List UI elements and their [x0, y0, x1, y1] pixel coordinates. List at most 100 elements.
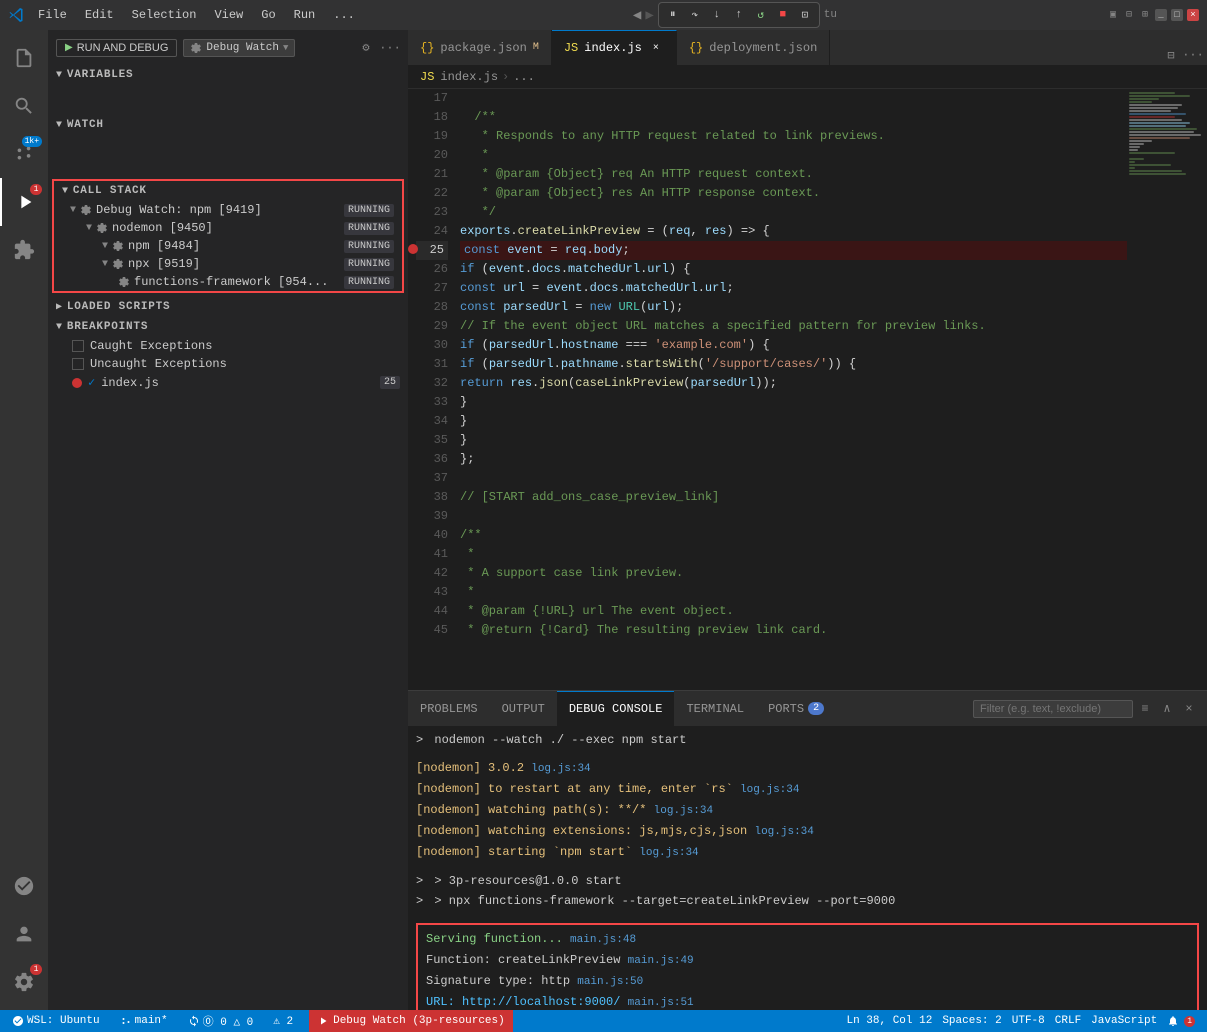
menu-run[interactable]: Run	[286, 6, 324, 24]
sidebar-settings-icon[interactable]: ⚙	[356, 38, 376, 58]
loaded-scripts-label: LOADED SCRIPTS	[67, 301, 171, 313]
uncaught-exceptions-checkbox[interactable]	[72, 358, 84, 370]
tab-index-js[interactable]: JS index.js ×	[552, 30, 677, 65]
debug-restart-btn[interactable]: ↺	[751, 5, 771, 25]
console-link-url[interactable]: main.js:51	[628, 997, 694, 1009]
console-link-function[interactable]: main.js:49	[628, 955, 694, 967]
debug-step-into-btn[interactable]: ↓	[707, 5, 727, 25]
cs-status-2: RUNNING	[344, 240, 394, 253]
watch-section-header[interactable]: ▼ WATCH	[48, 115, 408, 135]
activity-settings[interactable]: 1	[0, 958, 48, 1006]
call-stack-item-3[interactable]: ▼ npx [9519] RUNNING	[54, 255, 402, 273]
panel-tab-ports[interactable]: PORTS 2	[756, 691, 836, 726]
status-notifications-bell[interactable]: 1	[1163, 1010, 1199, 1032]
activity-extensions[interactable]	[0, 226, 48, 274]
panel-tab-terminal[interactable]: TERMINAL	[674, 691, 756, 726]
status-line-ending[interactable]: CRLF	[1051, 1010, 1085, 1032]
sidebar-more-icon[interactable]: ···	[380, 38, 400, 58]
code-content[interactable]: /** * Responds to any HTTP request relat…	[456, 89, 1127, 690]
sync-label: ⓪ 0 △ 0	[203, 1013, 254, 1029]
debug-step-over-btn[interactable]: ↷	[685, 5, 705, 25]
menu-view[interactable]: View	[206, 6, 251, 24]
layout-toggle-2[interactable]: ⊟	[1123, 9, 1135, 21]
status-position[interactable]: Ln 38, Col 12	[843, 1010, 937, 1032]
debug-config-selector[interactable]: Debug Watch ▼	[183, 39, 295, 57]
panel-tab-output[interactable]: OUTPUT	[490, 691, 557, 726]
layout-toggle-1[interactable]: ▣	[1107, 9, 1119, 21]
status-debug-session[interactable]: Debug Watch (3p-resources)	[309, 1010, 513, 1032]
status-wsl[interactable]: WSL: Ubuntu	[8, 1010, 104, 1032]
debug-pause-btn[interactable]: ⏸	[663, 5, 683, 25]
cs-status-0: RUNNING	[344, 204, 394, 217]
debug-step-out-btn[interactable]: ↑	[729, 5, 749, 25]
loaded-scripts-header[interactable]: ▶ LOADED SCRIPTS	[48, 297, 408, 317]
status-spaces[interactable]: Spaces: 2	[938, 1010, 1005, 1032]
breakpoints-header[interactable]: ▼ BREAKPOINTS	[48, 317, 408, 337]
console-filter-input[interactable]	[973, 700, 1133, 718]
console-text-url: URL: http://localhost:9000/	[426, 995, 620, 1009]
ports-badge: 2	[808, 702, 824, 715]
tab-package-json[interactable]: {} package.json M	[408, 30, 552, 65]
console-text-serving: Serving function...	[426, 932, 563, 946]
window-minimize[interactable]: _	[1155, 9, 1167, 21]
breakpoint-dot	[72, 378, 82, 388]
tab-close-index-js[interactable]: ×	[648, 40, 664, 56]
console-collapse-icon[interactable]: ∧	[1157, 699, 1177, 719]
run-debug-button[interactable]: ▶ RUN AND DEBUG	[56, 39, 177, 57]
panel-tab-debug-console[interactable]: DEBUG CONSOLE	[557, 691, 675, 726]
panel-tab-problems[interactable]: PROBLEMS	[408, 691, 490, 726]
editor-more-icon[interactable]: ···	[1183, 45, 1203, 65]
nav-back[interactable]: ◀	[633, 7, 641, 24]
tab-deployment-json[interactable]: {} deployment.json	[677, 30, 830, 65]
call-stack-item-0[interactable]: ▼ Debug Watch: npm [9419] RUNNING	[54, 201, 402, 219]
call-stack-item-2[interactable]: ▼ npm [9484] RUNNING	[54, 237, 402, 255]
window-close[interactable]: ×	[1187, 9, 1199, 21]
status-notifications[interactable]: ⚠ 2	[269, 1010, 297, 1032]
activity-explorer[interactable]	[0, 34, 48, 82]
nav-forward[interactable]: ▶	[645, 7, 653, 24]
menu-go[interactable]: Go	[253, 6, 283, 24]
tab-label-index-js: index.js	[584, 41, 642, 55]
console-list-icon[interactable]: ≡	[1135, 699, 1155, 719]
vscode-logo	[8, 7, 24, 23]
console-link-serving[interactable]: main.js:48	[570, 934, 636, 946]
window-maximize[interactable]: □	[1171, 9, 1183, 21]
console-link-3[interactable]: log.js:34	[754, 826, 813, 838]
call-stack-header[interactable]: ▼ CALL STACK	[54, 181, 402, 201]
debug-stop-btn[interactable]: ■	[773, 5, 793, 25]
variables-section-header[interactable]: ▼ VARIABLES	[48, 65, 408, 85]
menu-selection[interactable]: Selection	[124, 6, 205, 24]
debug-breakpoints-btn[interactable]: ⊡	[795, 5, 815, 25]
menu-file[interactable]: File	[30, 6, 75, 24]
code-line-22: * @param {Object} res An HTTP response c…	[460, 184, 1127, 203]
activity-run-debug[interactable]: 1	[0, 178, 48, 226]
split-editor-icon[interactable]: ⊟	[1161, 45, 1181, 65]
menu-edit[interactable]: Edit	[77, 6, 122, 24]
console-text-nodemon-paths: [nodemon] watching path(s): **/*	[416, 803, 646, 817]
activity-source-control[interactable]: 1k+	[0, 130, 48, 178]
console-link-1[interactable]: log.js:34	[740, 784, 799, 796]
caught-exceptions-checkbox[interactable]	[72, 340, 84, 352]
status-encoding[interactable]: UTF-8	[1008, 1010, 1049, 1032]
code-line-34: }	[460, 412, 1127, 431]
call-stack-item-1[interactable]: ▼ nodemon [9450] RUNNING	[54, 219, 402, 237]
layout-toggle-3[interactable]: ⊞	[1139, 9, 1151, 21]
call-stack-item-4[interactable]: functions-framework [954... RUNNING	[54, 273, 402, 291]
console-link-2[interactable]: log.js:34	[654, 805, 713, 817]
console-link-signature[interactable]: main.js:50	[577, 976, 643, 988]
console-link-0[interactable]: log.js:34	[531, 763, 590, 775]
status-branch[interactable]: main*	[116, 1010, 172, 1032]
cs-label-3: npx [9519]	[128, 257, 200, 271]
status-sync[interactable]: ⓪ 0 △ 0	[184, 1010, 258, 1032]
console-text-signature: Signature type: http	[426, 974, 570, 988]
console-link-4[interactable]: log.js:34	[639, 847, 698, 859]
console-close-icon[interactable]: ×	[1179, 699, 1199, 719]
status-language[interactable]: JavaScript	[1087, 1010, 1161, 1032]
activity-account[interactable]	[0, 910, 48, 958]
menu-more[interactable]: ...	[325, 6, 363, 24]
activity-search[interactable]	[0, 82, 48, 130]
sidebar-header: ▶ RUN AND DEBUG Debug Watch ▼ ⚙ ···	[48, 30, 408, 65]
minimap-content	[1127, 89, 1207, 178]
tab-bar: {} package.json M JS index.js × {} deplo…	[408, 30, 1207, 65]
activity-remote[interactable]	[0, 862, 48, 910]
